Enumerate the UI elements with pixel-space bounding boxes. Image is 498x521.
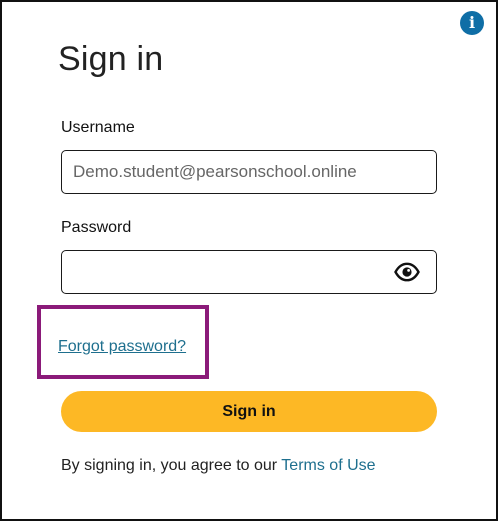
username-field[interactable]: [61, 150, 437, 194]
username-label: Username: [61, 119, 135, 136]
info-icon[interactable]: i: [460, 11, 484, 35]
terms-of-use-link[interactable]: Terms of Use: [281, 457, 375, 474]
eye-icon[interactable]: [394, 262, 420, 282]
forgot-password-link[interactable]: Forgot password?: [58, 338, 186, 356]
page-title: Sign in: [58, 40, 164, 78]
agreement-text: By signing in, you agree to our: [61, 457, 278, 474]
username-input[interactable]: [73, 151, 373, 192]
password-input[interactable]: [73, 251, 373, 292]
password-label: Password: [61, 219, 132, 236]
terms-agreement: By signing in, you agree to our Terms of…: [61, 457, 376, 475]
password-field[interactable]: [61, 250, 437, 294]
sign-in-button[interactable]: Sign in: [61, 391, 437, 432]
sign-in-panel: i Sign in Username Password Forgot passw…: [0, 0, 498, 521]
